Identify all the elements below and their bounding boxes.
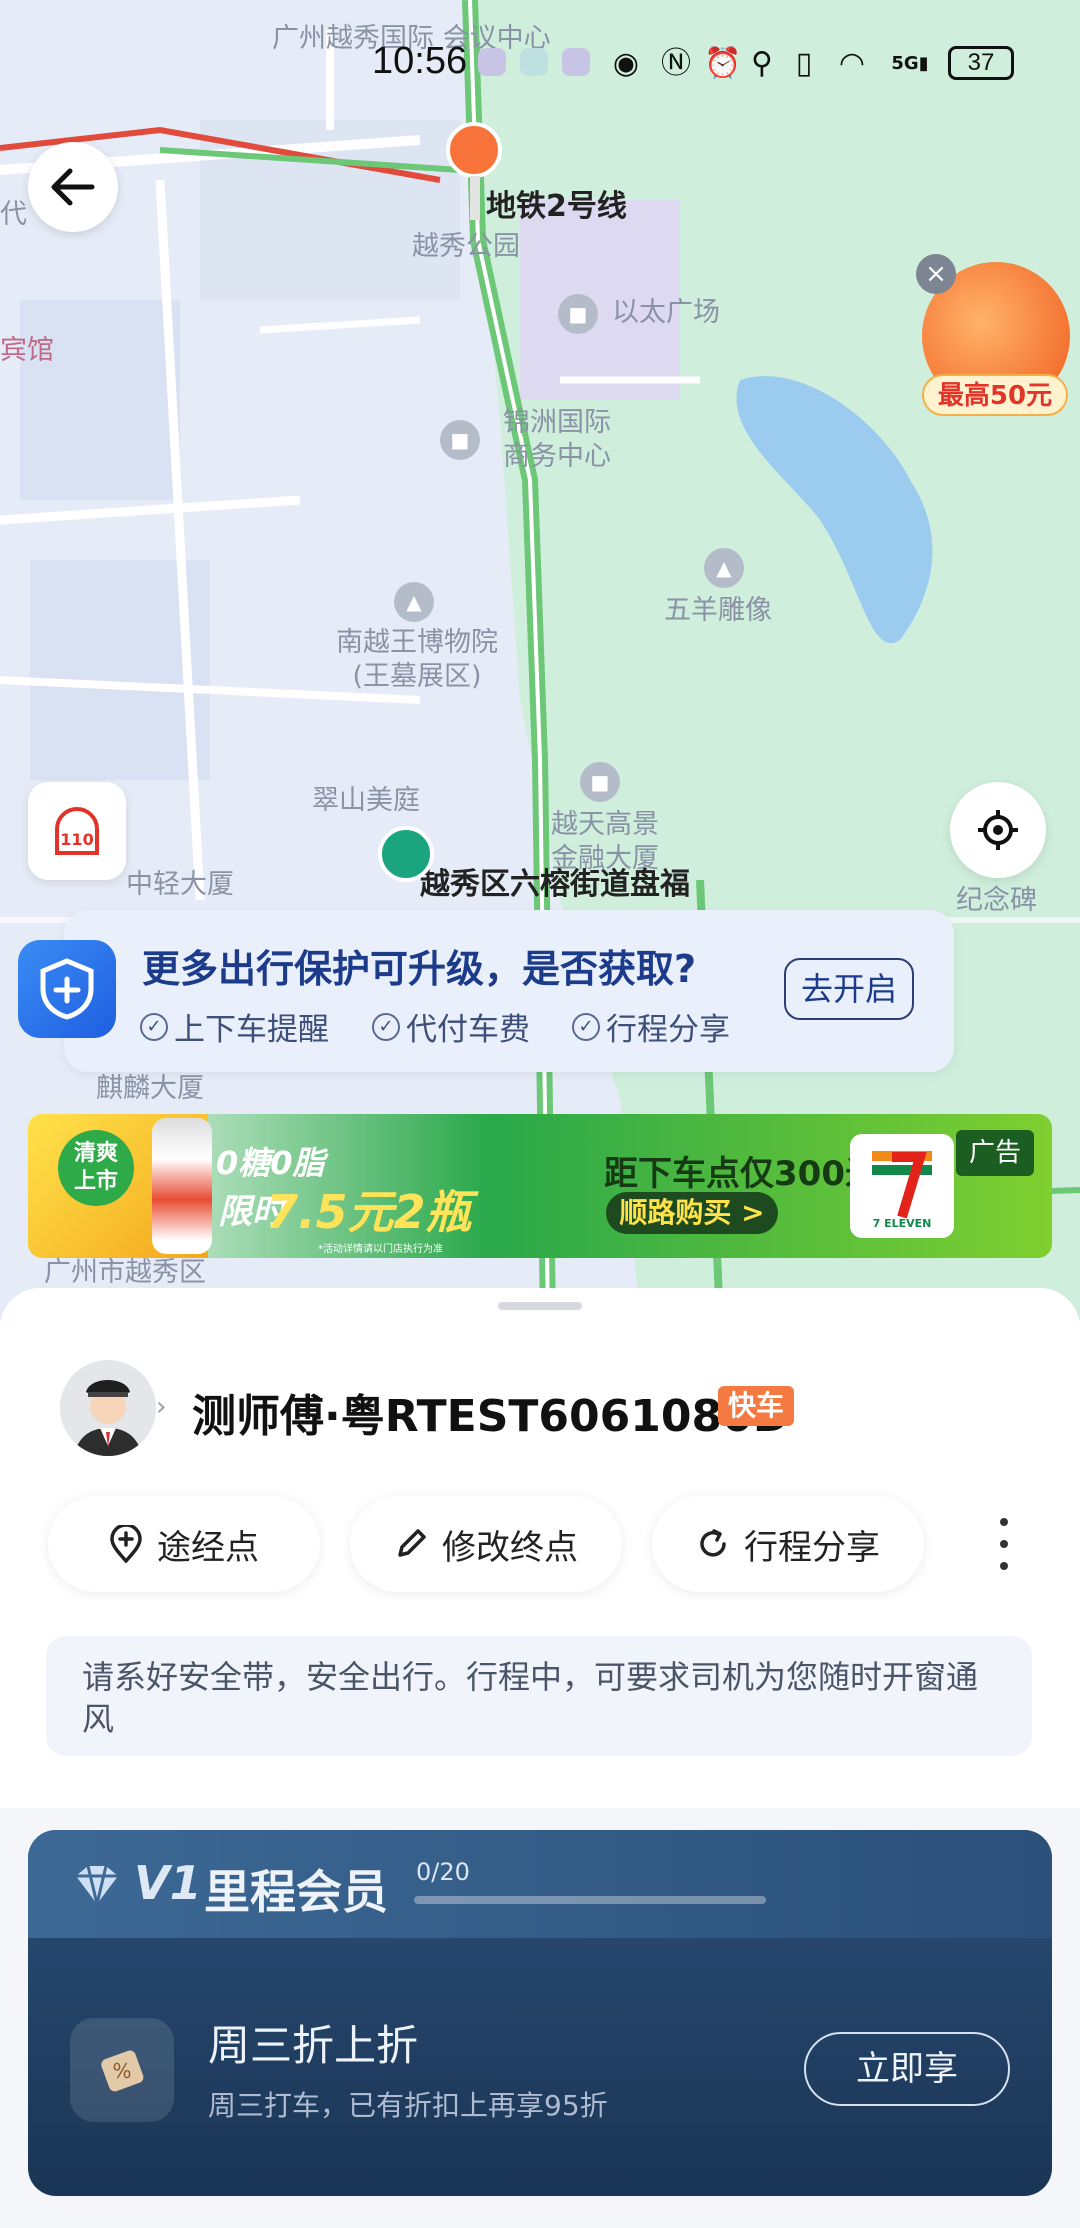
ad-distance: 距下车点仅300米 [604, 1154, 879, 1194]
waypoint-icon [110, 1525, 142, 1563]
chevron-right-icon: › [156, 1392, 167, 1422]
add-waypoint-button[interactable]: 途经点 [48, 1496, 320, 1592]
map-label-memorial[interactable]: 纪念碑 [956, 884, 1037, 918]
map-label-metro[interactable]: 地铁2号线 [486, 190, 627, 224]
check-icon: ✓ [572, 1012, 600, 1041]
map-label-yitai[interactable]: 以太广场 [612, 296, 720, 330]
member-level: V1 [134, 1856, 202, 1910]
map-label-hotel[interactable]: 宾馆 [0, 334, 54, 368]
protection-option: ✓ 行程分享 [572, 1004, 730, 1049]
ad-badge: 清爽 上市 [58, 1130, 134, 1206]
app-notification-icon [562, 48, 590, 76]
locate-button[interactable] [950, 782, 1046, 878]
ad-fine-print: *活动详情请以门店执行为准 [318, 1244, 443, 1255]
ad-price: 7.5元2瓶 [266, 1185, 472, 1239]
share-trip-button[interactable]: 行程分享 [652, 1496, 924, 1592]
close-icon[interactable]: × [916, 254, 956, 294]
location-icon: ⚲ [751, 46, 773, 81]
add-waypoint-label: 途经点 [157, 1527, 259, 1568]
status-time: 10:56 [372, 40, 468, 82]
edit-destination-button[interactable]: 修改终点 [350, 1496, 622, 1592]
map-label-museum[interactable]: 南越王博物院 (王墓展区) [322, 626, 512, 694]
member-progress-text: 0/20 [416, 1858, 470, 1886]
poi-icon: ■ [440, 420, 480, 460]
benefit-description: 周三打车，已有折扣上再享95折 [208, 2089, 608, 2122]
map-label-jinzhou[interactable]: 锦洲国际 商务中心 [492, 406, 622, 474]
protection-title: 更多出行保护可升级，是否获取? [142, 947, 697, 991]
car-type-badge: 快车 [718, 1386, 795, 1426]
battery-icon: 37 [948, 46, 1014, 80]
svg-text:7 ELEVEN: 7 ELEVEN [873, 1217, 932, 1229]
map-label-district: 广州市越秀区 [44, 1257, 206, 1288]
member-diamond-icon [72, 1862, 122, 1908]
enable-protection-button[interactable]: 去开启 [784, 958, 914, 1020]
protection-option: ✓ 上下车提醒 [140, 1004, 329, 1049]
protection-option: ✓ 代付车费 [372, 1004, 530, 1049]
discount-coupon-icon: % [70, 2018, 174, 2122]
police-alarm-icon: 110 [55, 807, 99, 855]
map-label-yuexiu-park[interactable]: 越秀公园 [412, 230, 520, 264]
nfc-icon: Ⓝ [661, 46, 691, 81]
vibrate-icon: ▯ [795, 46, 813, 81]
wifi-icon: ◠ [838, 46, 866, 81]
poi-icon: ■ [558, 294, 598, 334]
seven-eleven-logo: 7 ELEVEN [850, 1134, 954, 1238]
edit-icon [398, 1529, 426, 1557]
map-label-left-edge: 代 [0, 199, 27, 230]
ad-label: 广告 [956, 1130, 1034, 1176]
share-trip-label: 行程分享 [744, 1527, 880, 1568]
check-icon: ✓ [140, 1012, 168, 1041]
ad-buy-button[interactable]: 顺路购买 > [606, 1192, 778, 1234]
sheet-drag-handle[interactable] [498, 1302, 582, 1310]
map-label-wuyang[interactable]: 五羊雕像 [664, 594, 772, 628]
drink-bottle-icon [152, 1118, 212, 1254]
member-title: 里程会员 [204, 1865, 388, 1919]
map-label-zhongqing[interactable]: 中轻大厦 [126, 868, 234, 902]
sight-icon: ▲ [394, 582, 434, 622]
more-options-icon[interactable] [986, 1518, 1022, 1570]
app-notification-icon [520, 48, 548, 76]
svg-text:110: 110 [60, 830, 93, 849]
eye-icon: ◉ [612, 46, 640, 81]
share-icon [700, 1529, 726, 1557]
pickup-pin[interactable] [378, 826, 434, 882]
sight-icon: ▲ [704, 548, 744, 588]
edit-destination-label: 修改终点 [442, 1527, 578, 1568]
police-110-button[interactable]: 110 [28, 782, 126, 880]
destination-pin[interactable] [446, 122, 502, 178]
signal-icon: 5G▮ [891, 53, 929, 74]
crosshair-icon [978, 810, 1018, 850]
benefit-title: 周三折上折 [208, 2021, 419, 2070]
claim-benefit-button[interactable]: 立即享 [804, 2032, 1010, 2106]
map-label-qilin[interactable]: 麒麟大厦 [96, 1072, 204, 1106]
arrow-left-icon [51, 168, 95, 206]
member-progress-bar [414, 1896, 766, 1904]
alarm-icon: ⏰ [704, 46, 742, 81]
map-label-start[interactable]: 越秀区六榕街道盘福 [420, 868, 690, 902]
back-button[interactable] [28, 142, 118, 232]
map-label-cuishan[interactable]: 翠山美庭 [312, 784, 420, 818]
destination-pin-stem [470, 176, 480, 220]
driver-name[interactable]: 测师傅·粤RTEST6061080D [192, 1380, 789, 1444]
map-label-yuetian[interactable]: 越天高景 金融大厦 [540, 808, 670, 876]
check-icon: ✓ [372, 1012, 400, 1041]
app-notification-icon [478, 48, 506, 76]
status-bar: 10:56 ◉ Ⓝ ⏰ ⚲ ▯ ◠ 5G▮ 37 [0, 0, 1080, 120]
promo-tag[interactable]: 最高50元 [922, 374, 1068, 416]
safety-tip: 请系好安全带，安全出行。行程中，可要求司机为您随时开窗通风 [46, 1636, 1032, 1756]
shield-icon [18, 940, 116, 1038]
poi-icon: ■ [580, 762, 620, 802]
svg-text:%: % [112, 2059, 131, 2083]
driver-avatar[interactable] [60, 1360, 156, 1456]
